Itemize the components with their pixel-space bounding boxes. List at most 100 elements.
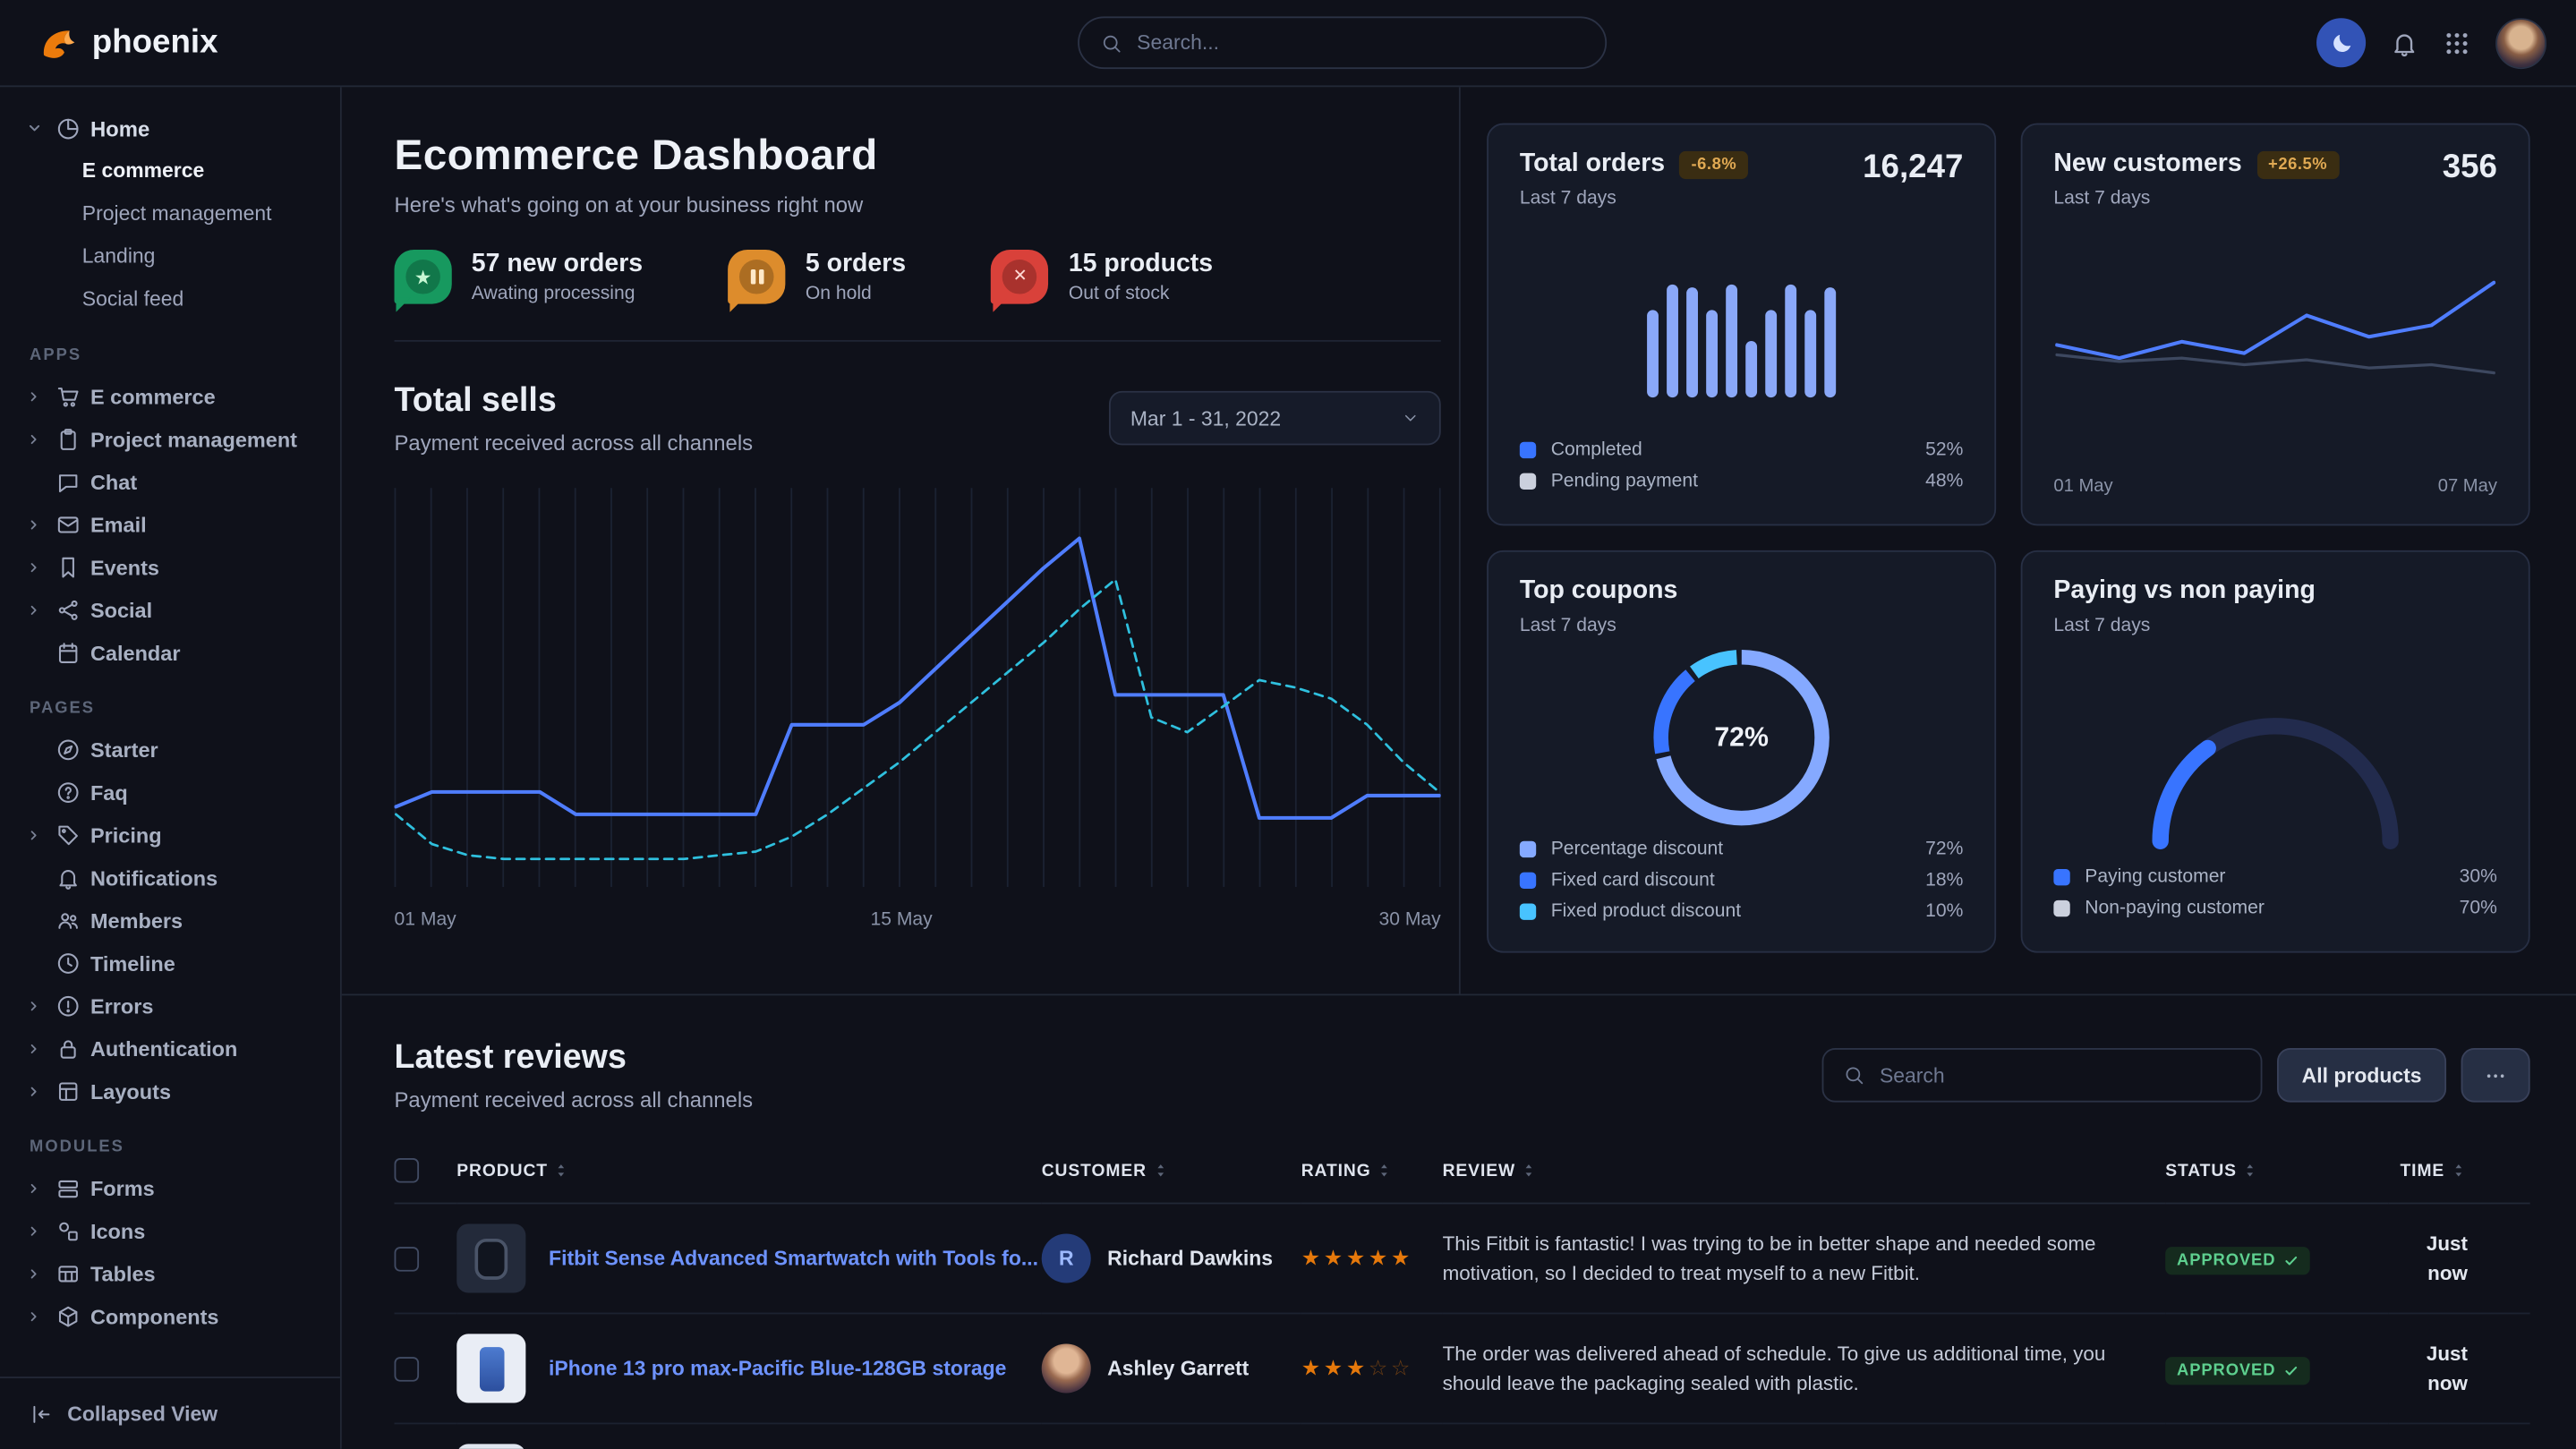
column-header-status[interactable]: STATUS [2165,1158,2389,1203]
tag-icon [55,823,81,848]
sidebar-item-email[interactable]: Email [26,503,317,546]
review-time: Just now [2427,1342,2468,1395]
sort-icon [2450,1161,2468,1179]
notifications-bell-icon[interactable] [2391,29,2418,56]
bookmark-icon [55,554,81,579]
more-options-button[interactable] [2461,1048,2530,1103]
sidebar-item-notifications[interactable]: Notifications [26,856,317,899]
total-orders-bar-chart [1520,209,1964,433]
legend-item: Pending payment 48% [1520,465,1964,496]
check-icon [2284,1363,2299,1378]
sidebar-subitem-landing[interactable]: Landing [82,234,317,277]
product-thumbnail-smartwatch[interactable] [456,1223,525,1292]
main-content: Ecommerce Dashboard Here's what's going … [342,87,2576,1449]
on-hold-bubble-icon [729,250,786,304]
sidebar-item-timeline[interactable]: Timeline [26,942,317,984]
customer-name: Richard Dawkins [1107,1247,1273,1270]
sidebar-subitem-social-feed[interactable]: Social feed [82,277,317,320]
all-products-button[interactable]: All products [2277,1048,2446,1103]
column-header-product[interactable]: PRODUCT [456,1158,1041,1203]
collapsed-view-label: Collapsed View [67,1402,218,1426]
row-checkbox[interactable] [395,1246,420,1271]
card-title: Top coupons [1520,576,1677,606]
stat-on-hold: 5 orders On hold [729,250,907,304]
brand[interactable]: phoenix [36,22,218,64]
sidebar-item-chat[interactable]: Chat [26,460,317,503]
status-badge: APPROVED [2165,1356,2310,1384]
star-icon: ★ [414,267,432,286]
x-axis-labels: 01 May 15 May 30 May [395,910,1441,930]
sidebar-item-errors[interactable]: Errors [26,984,317,1027]
global-search-input[interactable] [1137,31,1583,55]
global-search[interactable] [1078,16,1607,69]
check-icon [2284,1253,2299,1268]
column-header-time[interactable]: TIME [2389,1158,2530,1203]
sidebar-item-layouts[interactable]: Layouts [26,1070,317,1112]
product-link[interactable]: iPhone 13 pro max-Pacific Blue-128GB sto… [549,1357,1006,1380]
product-thumbnail[interactable] [456,1444,525,1449]
sidebar-item-starter[interactable]: Starter [26,728,317,771]
collapse-icon [30,1402,53,1426]
sidebar-item-label: Home [90,115,149,141]
date-range-select[interactable]: Mar 1 - 31, 2022 [1109,391,1441,446]
legend: Percentage discount 72% Fixed card disco… [1520,833,1964,930]
legend-item: Percentage discount 72% [1520,833,1964,865]
total-sells-title: Total sells [395,381,754,421]
sidebar-item-project-management[interactable]: Project management [26,417,317,460]
x-icon: ✕ [1013,268,1028,286]
column-header-rating[interactable]: RATING [1301,1158,1443,1203]
app-root: phoenix Home E commerce Project manageme… [0,0,2576,1449]
sidebar-item-social[interactable]: Social [26,588,317,631]
column-header-customer[interactable]: CUSTOMER [1042,1158,1301,1203]
apps-grid-icon[interactable] [2443,29,2470,56]
sidebar-subitem-project-management[interactable]: Project management [82,192,317,235]
sidebar-item-tables[interactable]: Tables [26,1252,317,1295]
caret-right-icon [26,388,41,404]
search-icon [1101,32,1122,54]
sidebar-section-modules: MODULES [30,1138,317,1156]
legend-swatch [1520,903,1536,919]
column-header-review[interactable]: REVIEW [1443,1158,2166,1203]
theme-toggle-button[interactable] [2316,18,2366,67]
latest-reviews-subtitle: Payment received across all channels [395,1087,754,1112]
card-title: Total orders [1520,149,1665,179]
sidebar-item-pricing[interactable]: Pricing [26,814,317,857]
reviews-search[interactable] [1822,1048,2263,1103]
card-title: Paying vs non paying [2053,576,2315,606]
product-link[interactable]: Fitbit Sense Advanced Smartwatch with To… [549,1247,1038,1270]
sidebar-item-ecommerce[interactable]: E commerce [26,374,317,417]
new-customers-line-chart [2053,209,2497,470]
legend-item: Completed 52% [1520,434,1964,465]
sidebar-item-members[interactable]: Members [26,899,317,942]
new-orders-bubble-icon: ★ [395,250,452,304]
user-avatar[interactable] [2495,17,2546,68]
card-period: Last 7 days [2053,189,2497,209]
question-circle-icon [55,780,81,805]
sidebar-item-home[interactable]: Home [26,107,317,149]
sidebar-item-forms[interactable]: Forms [26,1166,317,1209]
sidebar-item-faq[interactable]: Faq [26,771,317,814]
legend-item: Fixed card discount 18% [1520,864,1964,895]
page-subtitle: Here's what's going on at your business … [395,192,1441,217]
reviews-search-input[interactable] [1880,1063,2241,1087]
sidebar-subitem-ecommerce[interactable]: E commerce [82,149,317,192]
table-icon [55,1261,81,1286]
top-coupons-donut-chart: 72% [1653,649,1830,826]
select-all-checkbox[interactable] [395,1158,420,1183]
row-checkbox[interactable] [395,1356,420,1381]
sidebar-item-events[interactable]: Events [26,545,317,588]
sidebar-item-calendar[interactable]: Calendar [26,631,317,674]
collapsed-view-toggle[interactable]: Collapsed View [0,1377,340,1449]
customer-avatar: R [1042,1233,1091,1283]
total-orders-value: 16,247 [1863,149,1963,187]
sidebar-item-icons[interactable]: Icons [26,1209,317,1252]
donut-center-label: 72% [1653,649,1830,826]
product-thumbnail-iphone[interactable] [456,1334,525,1402]
sidebar-item-components[interactable]: Components [26,1294,317,1337]
stat-out-of-stock: ✕ 15 products Out of stock [992,250,1214,304]
chat-icon [55,469,81,494]
share-icon [55,597,81,622]
search-icon [1844,1064,1865,1086]
top-navbar: phoenix [0,0,2576,87]
sidebar-item-authentication[interactable]: Authentication [26,1027,317,1070]
